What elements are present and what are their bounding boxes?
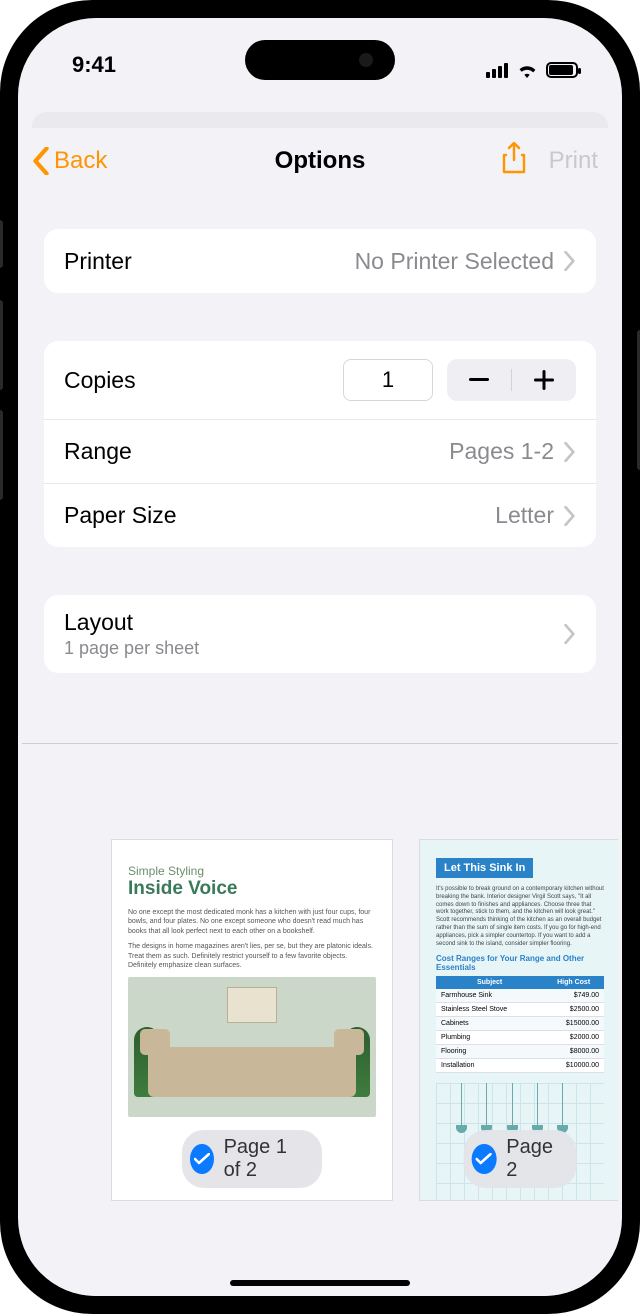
copies-stepper <box>447 359 576 401</box>
range-value: Pages 1-2 <box>449 438 554 465</box>
tbl-h-cost: High Cost <box>543 976 604 989</box>
share-button[interactable] <box>501 142 527 179</box>
copies-increment[interactable] <box>512 370 576 390</box>
print-settings-group: Copies 1 <box>44 341 596 547</box>
doc2-cost-heading: Cost Ranges for Your Range and Other Ess… <box>436 954 604 972</box>
options-content: Printer No Printer Selected Copies 1 <box>22 193 618 673</box>
page1-pill[interactable]: Page 1 of 2 <box>182 1130 322 1188</box>
doc1-hero-image <box>128 977 376 1117</box>
doc1-para1: No one except the most dedicated monk ha… <box>128 908 376 936</box>
table-row: Installation$10000.00 <box>436 1059 604 1073</box>
page2-pill[interactable]: Page 2 <box>464 1130 577 1188</box>
back-button[interactable]: Back <box>32 147 107 175</box>
wifi-icon <box>516 62 538 78</box>
doc2-cost-table: Subject High Cost Farmhouse Sink$749.00 … <box>436 976 604 1073</box>
chevron-right-icon <box>564 251 576 271</box>
doc2-intro: It's possible to break ground on a conte… <box>436 886 604 948</box>
clock: 9:41 <box>72 52 116 78</box>
preview-page-2[interactable]: Let This Sink In It's possible to break … <box>420 840 618 1200</box>
plus-icon <box>534 370 554 390</box>
paper-size-value: Letter <box>495 502 554 529</box>
table-row: Plumbing$2000.00 <box>436 1031 604 1045</box>
printer-group: Printer No Printer Selected <box>44 229 596 293</box>
copies-label: Copies <box>64 367 136 394</box>
print-options-sheet: Back Options Print P <box>22 128 618 1296</box>
share-icon <box>501 142 527 174</box>
page-preview-strip[interactable]: Simple Styling Inside Voice No one excep… <box>22 743 618 1296</box>
volume-switch <box>0 220 3 268</box>
paper-size-row[interactable]: Paper Size Letter <box>44 483 596 547</box>
layout-row[interactable]: Layout 1 page per sheet <box>44 595 596 673</box>
screen: 9:41 Back Options <box>18 18 622 1296</box>
table-row: Flooring$8000.00 <box>436 1045 604 1059</box>
sheet-backdrop <box>32 112 608 128</box>
phone-frame: 9:41 Back Options <box>0 0 640 1314</box>
table-row: Stainless Steel Stove$2500.00 <box>436 1003 604 1017</box>
layout-subtitle: 1 page per sheet <box>64 638 199 659</box>
preview-page-1[interactable]: Simple Styling Inside Voice No one excep… <box>112 840 392 1200</box>
printer-row[interactable]: Printer No Printer Selected <box>44 229 596 293</box>
page1-pill-label: Page 1 of 2 <box>224 1136 304 1182</box>
dynamic-island <box>245 40 395 80</box>
range-row[interactable]: Range Pages 1-2 <box>44 419 596 483</box>
chevron-left-icon <box>32 147 50 175</box>
copies-field[interactable]: 1 <box>343 359 433 401</box>
print-button[interactable]: Print <box>549 147 598 175</box>
layout-label: Layout <box>64 609 199 636</box>
home-indicator[interactable] <box>230 1280 410 1286</box>
paper-size-label: Paper Size <box>64 502 177 529</box>
minus-icon <box>469 378 489 382</box>
page2-pill-label: Page 2 <box>506 1136 558 1182</box>
copies-row: Copies 1 <box>44 341 596 419</box>
checkmark-icon <box>194 1153 210 1165</box>
nav-bar: Back Options Print <box>22 128 618 193</box>
cellular-icon <box>486 62 508 78</box>
range-label: Range <box>64 438 132 465</box>
doc1-subhead: Simple Styling <box>128 864 376 878</box>
volume-down <box>0 410 3 500</box>
status-indicators <box>486 62 578 78</box>
volume-up <box>0 300 3 390</box>
page1-selected-check[interactable] <box>190 1144 214 1174</box>
layout-group: Layout 1 page per sheet <box>44 595 596 673</box>
copies-decrement[interactable] <box>447 378 511 382</box>
chevron-right-icon <box>564 442 576 462</box>
table-row: Cabinets$15000.00 <box>436 1017 604 1031</box>
tbl-h-subject: Subject <box>436 976 543 989</box>
page2-selected-check[interactable] <box>472 1144 497 1174</box>
chevron-right-icon <box>564 506 576 526</box>
chevron-right-icon <box>564 624 576 644</box>
doc2-chip: Let This Sink In <box>436 858 533 878</box>
checkmark-icon <box>476 1153 492 1165</box>
printer-label: Printer <box>64 248 132 275</box>
printer-value: No Printer Selected <box>355 248 554 275</box>
table-row: Farmhouse Sink$749.00 <box>436 989 604 1003</box>
battery-icon <box>546 62 578 78</box>
doc1-para2: The designs in home magazines aren't lie… <box>128 942 376 970</box>
doc1-title: Inside Voice <box>128 878 376 900</box>
back-label: Back <box>54 147 107 175</box>
